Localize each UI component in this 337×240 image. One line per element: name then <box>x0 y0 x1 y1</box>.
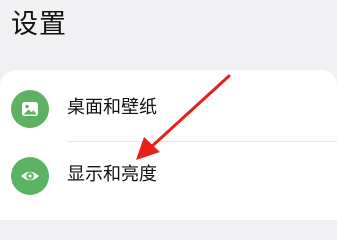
settings-item-display-brightness[interactable]: 显示和亮度 <box>0 143 337 209</box>
page-title: 设置 <box>11 9 67 40</box>
settings-item-wallpaper[interactable]: 桌面和壁纸 <box>0 76 337 142</box>
settings-item-label: 桌面和壁纸 <box>67 97 157 118</box>
settings-list: 桌面和壁纸 显示和亮度 <box>0 70 337 220</box>
eye-icon <box>11 157 49 195</box>
divider <box>67 141 337 142</box>
wallpaper-image-icon <box>11 90 49 128</box>
settings-item-label: 显示和亮度 <box>67 164 157 185</box>
